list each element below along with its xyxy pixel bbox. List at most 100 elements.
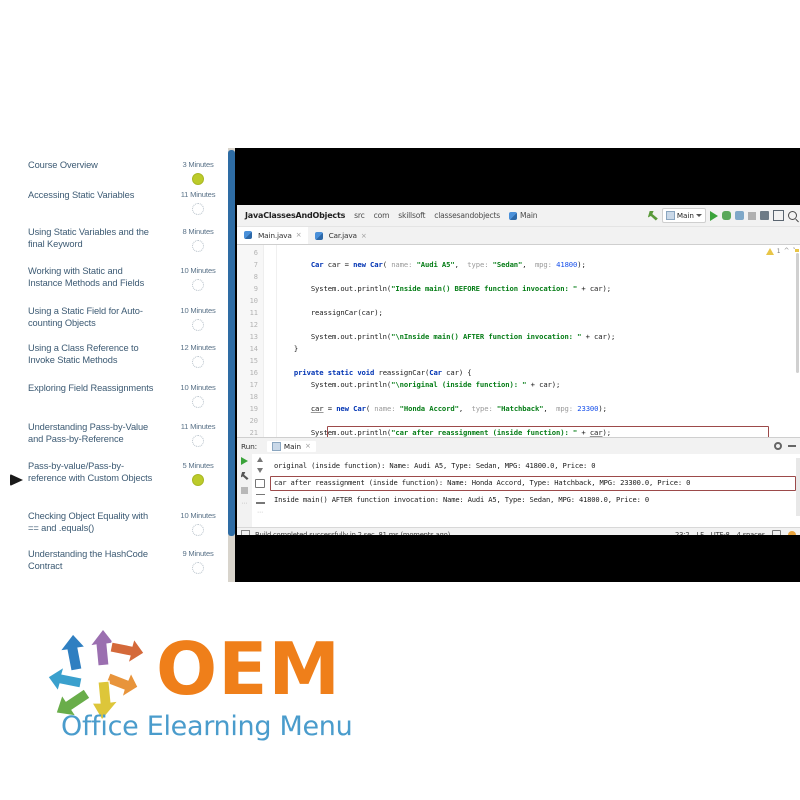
lesson-item[interactable]: Understanding Pass-by-Value and Pass-by-… [28, 421, 224, 452]
editor-scrollbar-thumb[interactable] [796, 253, 799, 373]
more-actions-icon[interactable]: ⋯ [242, 501, 248, 507]
code-line[interactable] [277, 295, 800, 307]
soft-wrap-icon[interactable] [255, 479, 265, 488]
code-line[interactable] [277, 355, 800, 367]
code-line[interactable]: car = new Car( name: "Honda Accord", typ… [277, 403, 800, 415]
chevron-up-icon[interactable]: ^ [784, 247, 790, 255]
lesson-item[interactable]: Course Overview 3 Minutes [28, 159, 224, 190]
line-number-gutter: 6 7 8 9 10 11 12 13 14 15 16 17 18 19 20 21 [237, 245, 264, 437]
lesson-pending-icon [192, 240, 204, 252]
code-text-area[interactable]: Car car = new Car( name: "Audi A5", type… [277, 245, 800, 437]
breadcrumb-com[interactable]: com [374, 211, 390, 220]
lesson-title: Pass-by-value/Pass-by-reference with Cus… [28, 461, 153, 484]
lesson-item[interactable]: Understanding the HashCode Contract 9 Min… [28, 548, 224, 579]
lesson-title: Checking Object Equality with == and .eq… [28, 511, 149, 534]
code-highlight-box [327, 426, 769, 437]
code-line[interactable] [277, 319, 800, 331]
run-icon[interactable] [710, 210, 718, 221]
code-line[interactable]: System.out.println("\nInside main() AFTE… [277, 331, 800, 343]
stop-process-icon[interactable] [241, 487, 248, 494]
lock-icon[interactable] [772, 529, 781, 535]
console-line: Inside main() AFTER function invocation:… [274, 495, 649, 504]
code-line[interactable] [277, 391, 800, 403]
lesson-title: Using Static Variables and the final Key… [28, 227, 149, 250]
lesson-item[interactable]: Using Static Variables and the final Key… [28, 226, 224, 257]
search-icon[interactable] [788, 211, 797, 220]
scroll-up-icon[interactable] [257, 457, 263, 462]
page-scrollbar-thumb[interactable] [228, 150, 235, 536]
console-output[interactable]: original (inside function): Name: Audi A… [268, 454, 800, 527]
inspection-widget[interactable]: 1 ^ ˅ [765, 247, 796, 255]
breadcrumb-skillsoft[interactable]: skillsoft [398, 211, 425, 220]
warning-count: 1 [776, 247, 781, 255]
run-panel-tab[interactable]: Main × [266, 440, 316, 452]
code-line[interactable]: Car car = new Car( name: "Audi A5", type… [277, 259, 800, 271]
ide-status-bar: Build completed successfully in 2 sec, 8… [237, 527, 800, 535]
more-console-actions-icon[interactable]: ⋯ [257, 510, 263, 516]
logo-arrows-icon [47, 628, 145, 721]
notification-bell-icon[interactable] [788, 530, 796, 535]
lesson-meta: 10 Minutes [172, 265, 224, 296]
scroll-down-icon[interactable] [257, 468, 263, 473]
gear-icon[interactable] [774, 442, 782, 450]
course-outline-sidebar: Course Overview 3 Minutes Accessing Static… [0, 148, 228, 588]
code-line[interactable]: reassignCar(car); [277, 307, 800, 319]
close-icon[interactable]: × [296, 231, 302, 239]
console-line: original (inside function): Name: Audi A… [274, 461, 596, 470]
lesson-item[interactable]: Using a Static Field for Auto-counting O… [28, 305, 224, 336]
breadcrumb-class[interactable]: Main [509, 211, 538, 220]
code-line[interactable] [277, 247, 800, 259]
file-encoding[interactable]: UTF-8 [711, 531, 730, 536]
lesson-item[interactable]: Accessing Static Variables 11 Minutes [28, 189, 224, 220]
tab-car-java[interactable]: Car.java × [307, 227, 373, 244]
close-icon[interactable]: × [305, 442, 311, 450]
lesson-meta: 5 Minutes [172, 460, 224, 491]
minimize-icon[interactable] [788, 445, 796, 447]
chevron-down-icon[interactable] [696, 214, 702, 217]
lesson-pending-icon [192, 203, 204, 215]
build-project-icon[interactable] [760, 211, 769, 220]
build-wrench-icon[interactable] [647, 210, 658, 221]
line-number: 18 [249, 393, 258, 401]
lesson-title: Understanding the HashCode Contract [28, 549, 148, 572]
lesson-meta: 10 Minutes [172, 382, 224, 413]
lesson-item[interactable]: Pass-by-value/Pass-by-reference with Cus… [28, 460, 224, 491]
run-panel-body: ⋯ ⋯ original (inside function): Name: Au… [237, 454, 800, 527]
line-separator[interactable]: LF [697, 531, 705, 536]
lesson-item[interactable]: Using a Class Reference to Invoke Static… [28, 342, 224, 373]
tab-main-java[interactable]: Main.java × [237, 227, 308, 244]
lesson-item[interactable]: Working with Static and Instance Methods… [28, 265, 224, 296]
editor-warning-marker[interactable] [795, 249, 799, 252]
lesson-pending-icon [192, 396, 204, 408]
indent-setting[interactable]: 4 spaces [737, 531, 766, 536]
stop-icon[interactable] [748, 211, 756, 220]
lesson-pending-icon [192, 319, 204, 331]
warning-icon [765, 247, 774, 255]
settings-wrench-icon[interactable] [240, 472, 249, 480]
code-editor[interactable]: 6 7 8 9 10 11 12 13 14 15 16 17 18 19 20 21 Car car = n… [237, 245, 800, 437]
debug-icon[interactable] [722, 211, 731, 220]
editor-scrollbar[interactable] [795, 245, 800, 437]
ide-toolbar-right: Main [647, 205, 797, 226]
breadcrumb-project[interactable]: JavaClassesAndObjects [245, 211, 345, 220]
code-line[interactable]: private static void reassignCar(Car car)… [277, 367, 800, 379]
coverage-icon[interactable] [735, 211, 744, 220]
rerun-icon[interactable] [241, 457, 248, 465]
code-line[interactable] [277, 271, 800, 283]
code-fold-strip[interactable] [264, 245, 277, 437]
caret-position[interactable]: 23:2 [675, 531, 690, 536]
oem-logo: OEM Office Elearning Menu [40, 625, 380, 765]
print-icon[interactable] [255, 494, 265, 504]
lesson-item[interactable]: Checking Object Equality with == and .eq… [28, 510, 224, 541]
code-line[interactable]: System.out.println("Inside main() BEFORE… [277, 283, 800, 295]
breadcrumb-classesandobjects[interactable]: classesandobjects [434, 211, 500, 220]
code-line[interactable]: System.out.println("\noriginal (inside f… [277, 379, 800, 391]
lesson-duration: 9 Minutes [182, 549, 214, 558]
lesson-item[interactable]: Exploring Field Reassignments 10 Minutes [28, 382, 224, 413]
close-icon[interactable]: × [361, 232, 367, 240]
code-line[interactable]: } [277, 343, 800, 355]
console-scrollbar[interactable] [796, 458, 800, 516]
run-configuration-selector[interactable]: Main [661, 208, 706, 223]
layout-icon[interactable] [773, 210, 784, 221]
breadcrumb-src[interactable]: src [354, 211, 365, 220]
